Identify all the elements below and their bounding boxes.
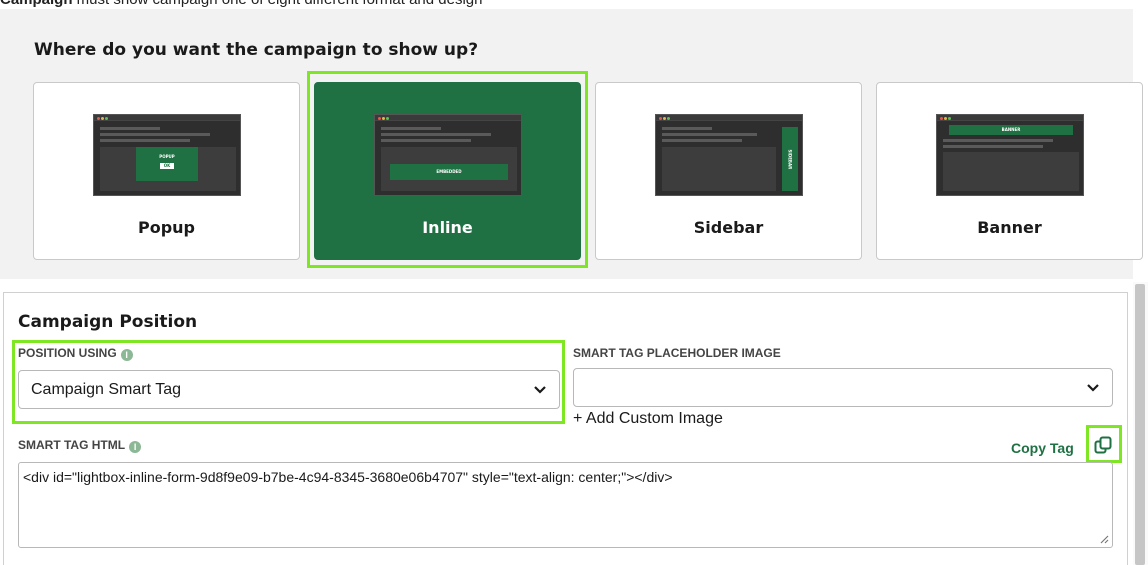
format-question: Where do you want the campaign to show u… [34,40,479,60]
placeholder-image-select[interactable] [573,368,1113,407]
smart-tag-html-label-text: SMART TAG HTML [18,438,126,452]
cropped-header-rest: must show campaign one of eight differen… [73,0,483,8]
position-using-label-text: POSITION USING [18,346,117,360]
position-using-select[interactable]: Campaign Smart Tag [18,370,560,409]
copy-tag-link[interactable]: Copy Tag [1011,440,1074,456]
format-card-sidebar-label: Sidebar [693,218,764,237]
sidebar-thumb-text: SIDEBAR [787,149,793,170]
inline-preview-image: EMBEDDED [374,114,522,196]
position-using-value: Campaign Smart Tag [31,381,181,398]
sidebar-preview-image: SIDEBAR [655,114,803,196]
popup-preview-image: POPUP OK [93,114,241,196]
chevron-down-icon [534,386,546,394]
inline-thumb-text: EMBEDDED [390,164,508,180]
copy-icon[interactable] [1093,435,1113,455]
format-card-inline[interactable]: EMBEDDED Inline [314,82,581,260]
format-card-popup-label: Popup [137,218,195,237]
chevron-down-icon [1087,384,1099,392]
info-icon[interactable]: i [120,349,133,361]
cropped-header-text: Campaign must show campaign one of eight… [0,0,482,9]
popup-thumb-text: POPUP [159,154,175,159]
campaign-position-title: Campaign Position [18,312,198,332]
smart-tag-html-code: <div id="lightbox-inline-form-9d8f9e09-b… [23,469,673,485]
position-using-label: POSITION USING i [18,346,133,361]
info-icon[interactable]: i [129,441,142,453]
format-card-sidebar[interactable]: SIDEBAR Sidebar [595,82,862,260]
banner-thumb-text: BANNER [949,125,1073,135]
format-card-banner[interactable]: BANNER Banner [876,82,1143,260]
scrollbar-thumb[interactable] [1135,284,1145,565]
smart-tag-html-label: SMART TAG HTML i [18,438,142,453]
banner-preview-image: BANNER [936,114,1084,196]
format-card-inline-label: Inline [422,218,473,237]
placeholder-image-label: SMART TAG PLACEHOLDER IMAGE [573,346,781,360]
resize-handle-icon[interactable] [1099,534,1109,544]
format-card-banner-label: Banner [977,218,1042,237]
popup-thumb-button: OK [160,163,174,169]
add-custom-image-link[interactable]: + Add Custom Image [573,410,723,428]
cropped-header-bold: Campaign [0,0,73,8]
smart-tag-html-textarea[interactable]: <div id="lightbox-inline-form-9d8f9e09-b… [18,462,1113,548]
format-card-popup[interactable]: POPUP OK Popup [33,82,300,260]
